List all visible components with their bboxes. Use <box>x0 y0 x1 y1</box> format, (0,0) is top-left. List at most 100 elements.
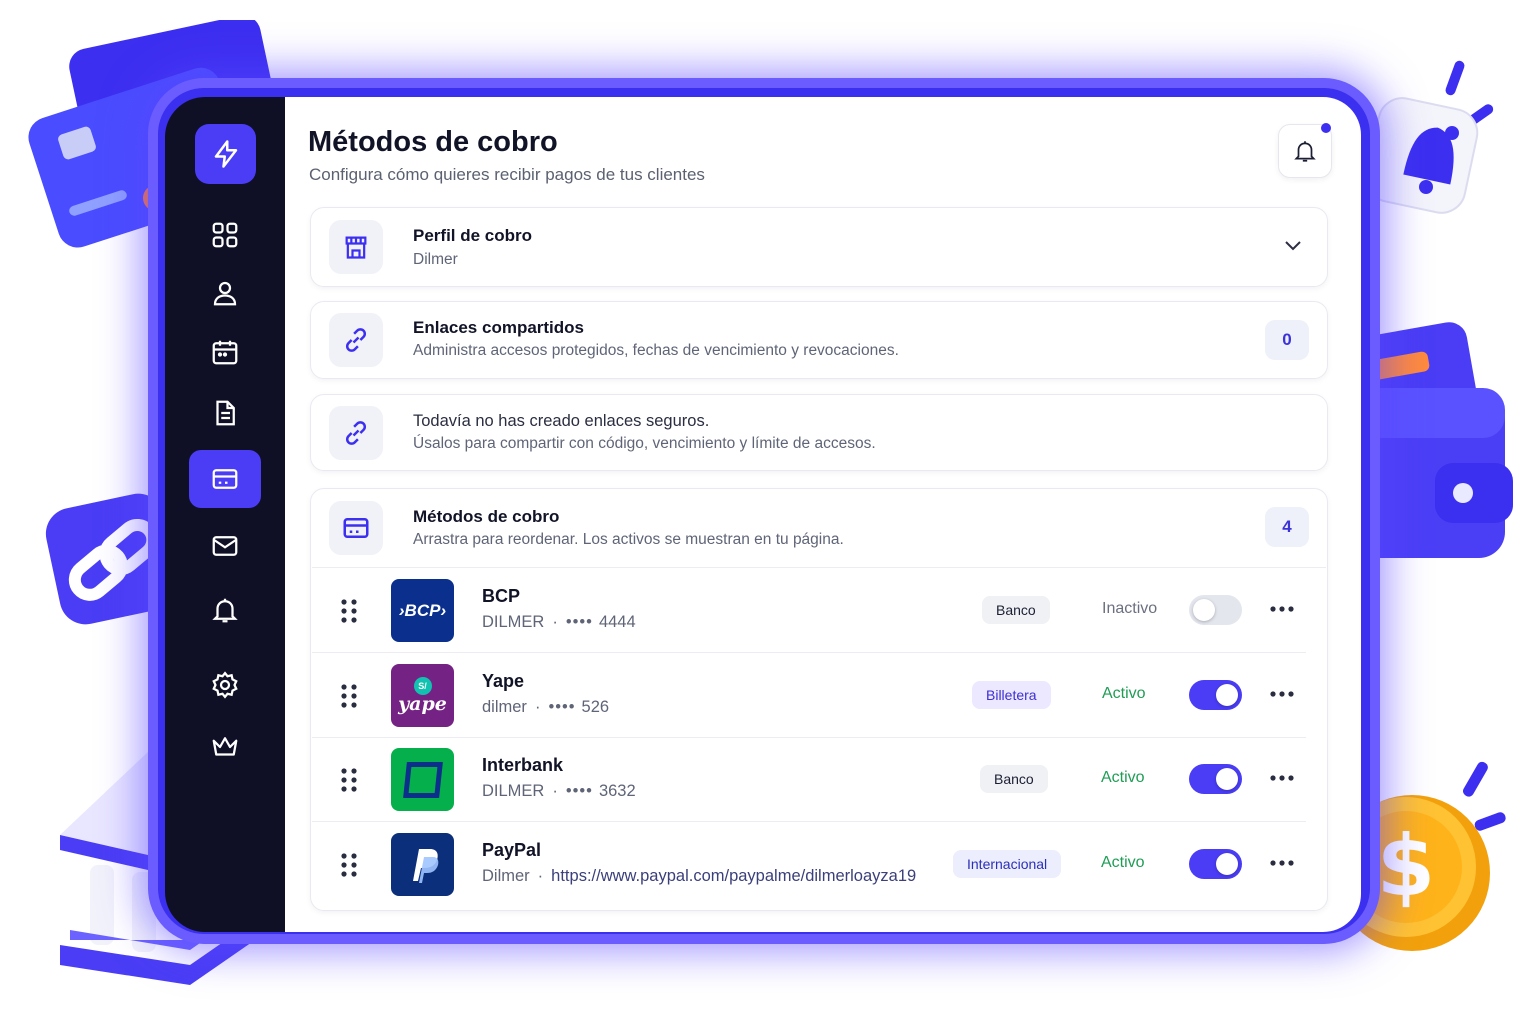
sidebar-item-documents[interactable] <box>189 384 261 442</box>
method-detail: dilmer · •••• 526 <box>482 698 610 716</box>
more-options-icon[interactable] <box>1270 775 1294 781</box>
method-holder: dilmer <box>482 698 527 716</box>
sidebar-item-dashboard[interactable] <box>189 206 261 264</box>
yape-logo-text: yape <box>398 692 447 715</box>
method-type-tag: Banco <box>980 765 1048 793</box>
method-toggle[interactable] <box>1189 849 1242 879</box>
payment-method-row-paypal[interactable]: PayPal Dilmer · https://www.paypal.com/pay… <box>312 822 1326 906</box>
payment-card-icon <box>343 518 369 538</box>
payment-card-icon <box>212 469 238 489</box>
notification-dot <box>1321 123 1331 133</box>
profile-value: Dilmer <box>413 251 458 268</box>
profile-title: Perfil de cobro <box>413 226 533 245</box>
method-toggle[interactable] <box>1189 680 1242 710</box>
payment-method-row-yape[interactable]: S/ yape Yape dilmer · •••• 526 Billetera Ac… <box>312 653 1326 737</box>
user-icon <box>213 281 237 306</box>
empty-links-hint: Úsalos para compartir con código, vencim… <box>413 435 876 452</box>
lightning-icon <box>214 140 237 168</box>
method-holder: DILMER <box>482 782 545 800</box>
bell-icon <box>212 598 238 623</box>
method-detail: DILMER · •••• 4444 <box>482 613 636 631</box>
method-toggle[interactable] <box>1189 595 1242 625</box>
sidebar-item-payment-methods[interactable] <box>189 450 261 508</box>
payment-method-row-bcp[interactable]: ›BCP› BCP DILMER · •••• 4444 Banco Inactivo <box>312 568 1326 652</box>
toggle-knob <box>1216 768 1238 790</box>
shared-links-title: Enlaces compartidos <box>413 318 585 337</box>
toggle-knob <box>1216 853 1238 875</box>
store-icon-tile <box>329 220 383 274</box>
method-type-tag: Internacional <box>953 850 1062 878</box>
crown-icon <box>212 737 238 756</box>
drag-handle-icon[interactable] <box>340 852 358 878</box>
bell-illustration <box>1365 60 1494 214</box>
sidebar-item-calendar[interactable] <box>189 323 261 381</box>
link-icon-tile <box>329 406 383 460</box>
link-icon <box>345 421 367 445</box>
chevron-down-icon[interactable] <box>1283 238 1303 252</box>
method-status: Activo <box>1101 769 1145 786</box>
wallet-illustration <box>1355 322 1513 558</box>
bcp-logo-text: ›BCP› <box>398 600 447 620</box>
app-logo-button[interactable] <box>195 124 256 184</box>
gear-icon <box>212 671 238 699</box>
page-subtitle: Configura cómo quieres recibir pagos de … <box>309 165 705 184</box>
drag-handle-icon[interactable] <box>340 683 358 709</box>
grid-icon <box>212 222 238 248</box>
method-mask: •••• <box>548 698 576 716</box>
method-number: 526 <box>581 698 610 716</box>
yape-logo: S/ yape <box>391 664 454 727</box>
method-link[interactable]: https://www.paypal.com/paypalme/dilmerlo… <box>551 867 916 885</box>
method-number: 3632 <box>598 782 636 800</box>
method-status: Inactivo <box>1102 600 1158 617</box>
store-icon <box>345 236 367 259</box>
link-icon <box>345 328 367 352</box>
shared-links-card: Enlaces compartidos Administra accesos p… <box>310 301 1328 379</box>
sidebar-item-notifications[interactable] <box>189 581 261 639</box>
toggle-knob <box>1216 684 1238 706</box>
payment-methods-count-badge: 4 <box>1265 507 1309 547</box>
bcp-logo: ›BCP› <box>391 579 454 642</box>
method-toggle[interactable] <box>1189 764 1242 794</box>
document-icon <box>216 400 235 426</box>
link-icon-tile <box>329 313 383 367</box>
method-type-tag: Billetera <box>972 681 1051 709</box>
more-options-icon[interactable] <box>1270 606 1294 612</box>
interbank-logo <box>391 748 454 811</box>
empty-links-message: Todavía no has creado enlaces seguros. <box>413 412 710 430</box>
method-name: Yape <box>482 671 525 691</box>
more-options-icon[interactable] <box>1270 691 1294 697</box>
method-holder: Dilmer <box>482 867 530 885</box>
method-holder: DILMER <box>482 613 545 631</box>
interbank-logo-mark <box>402 761 443 798</box>
paypal-logo <box>391 833 454 896</box>
method-number: 4444 <box>598 613 636 631</box>
method-name: Interbank <box>482 755 564 775</box>
drag-handle-icon[interactable] <box>340 767 358 793</box>
sidebar-item-messages[interactable] <box>189 517 261 575</box>
shared-links-count-badge: 0 <box>1265 320 1309 360</box>
method-name: PayPal <box>482 840 542 860</box>
svg-text:$: $ <box>1377 817 1435 915</box>
bell-icon <box>1294 141 1316 162</box>
drag-handle-icon[interactable] <box>340 598 358 624</box>
method-status: Activo <box>1101 854 1145 871</box>
calendar-icon <box>212 340 238 365</box>
payment-methods-description: Arrastra para reordenar. Los activos se … <box>413 531 844 548</box>
method-name: BCP <box>482 586 521 606</box>
method-type-tag: Banco <box>982 596 1050 624</box>
method-status: Activo <box>1102 685 1146 702</box>
sidebar-item-settings[interactable] <box>189 656 261 714</box>
profile-card[interactable]: Perfil de cobro Dilmer <box>310 207 1328 287</box>
sidebar-item-premium[interactable] <box>189 718 261 776</box>
method-mask: •••• <box>565 613 593 631</box>
toggle-knob <box>1193 599 1215 621</box>
paypal-icon <box>412 848 438 883</box>
empty-links-card: Todavía no has creado enlaces seguros. Ú… <box>310 394 1328 471</box>
page-title: Métodos de cobro <box>308 126 558 158</box>
more-options-icon[interactable] <box>1270 860 1294 866</box>
method-detail: DILMER · •••• 3632 <box>482 782 636 800</box>
method-detail: Dilmer · https://www.paypal.com/paypalme/d… <box>482 867 917 885</box>
mail-icon <box>212 536 238 556</box>
payment-method-row-interbank[interactable]: Interbank DILMER · •••• 3632 Banco Activo <box>312 737 1326 821</box>
sidebar-item-profile[interactable] <box>189 264 261 322</box>
